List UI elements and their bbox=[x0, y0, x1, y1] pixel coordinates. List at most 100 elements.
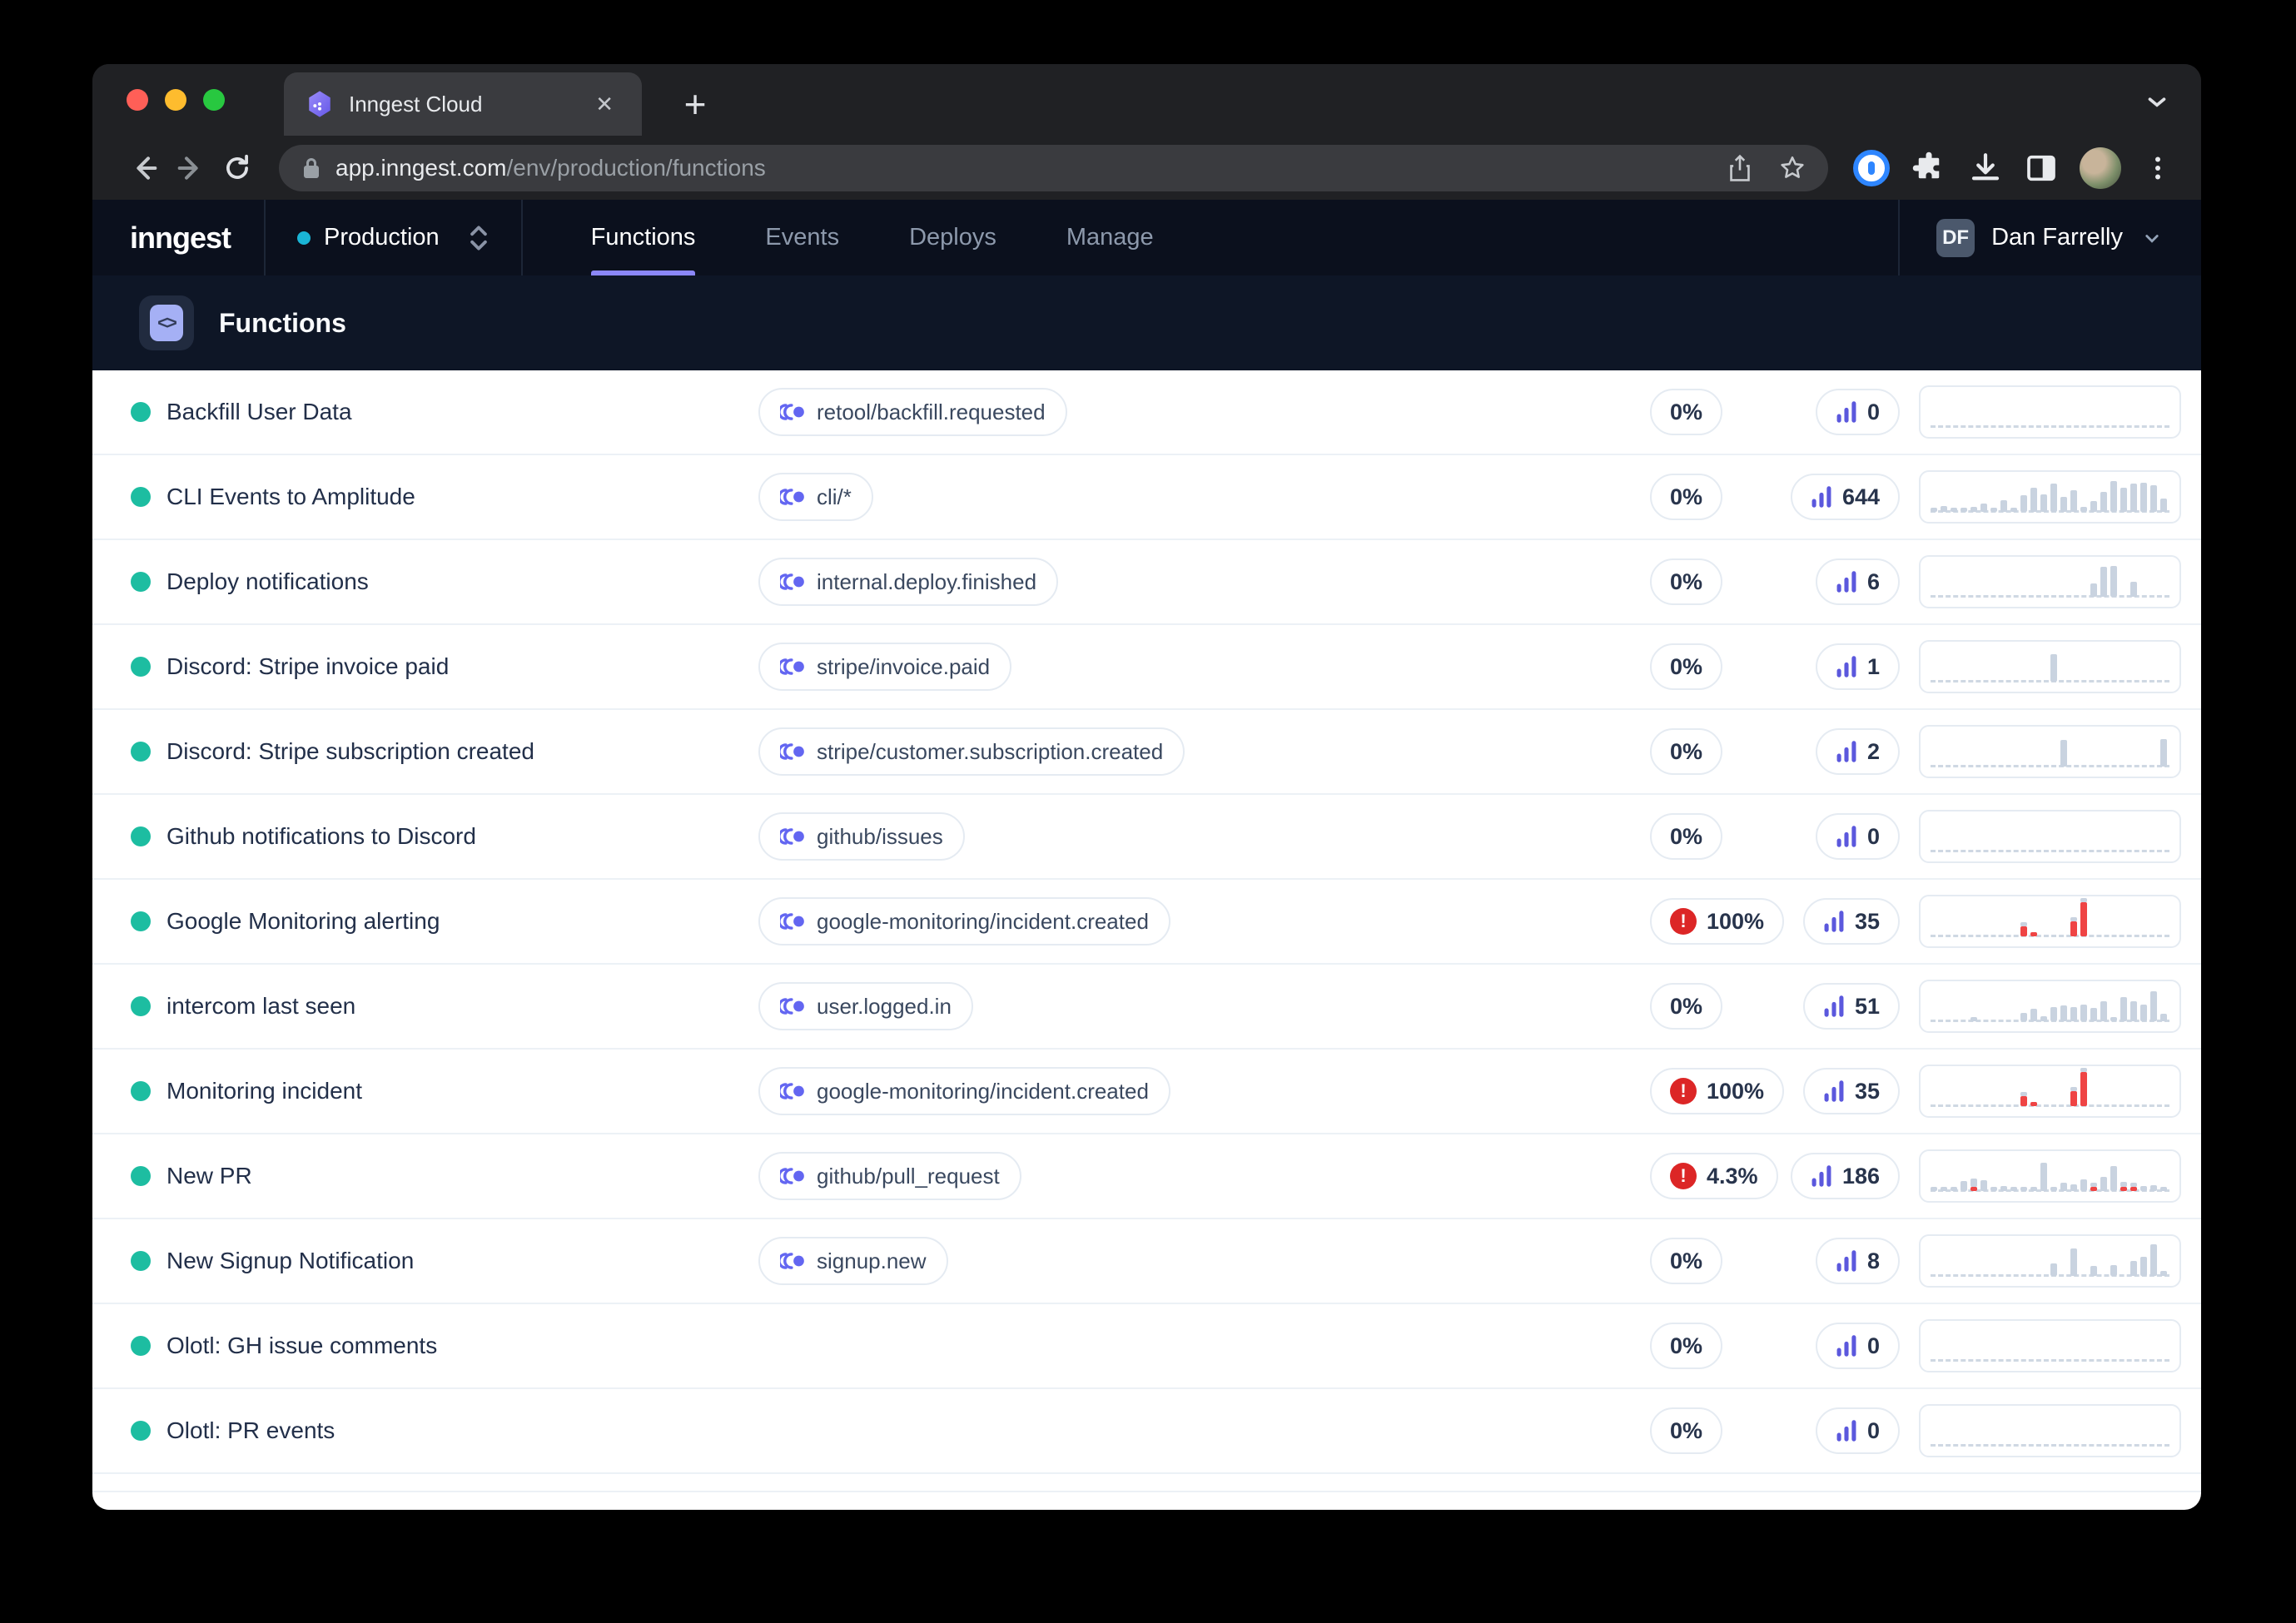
environment-name: Production bbox=[324, 224, 440, 251]
sparkline-bar-red bbox=[2030, 1102, 2037, 1106]
sparkline-slot bbox=[2100, 492, 2107, 512]
code-icon: <> bbox=[150, 305, 183, 341]
sparkline-bar-grey bbox=[2090, 1266, 2097, 1276]
extensions-puzzle-icon[interactable] bbox=[1911, 151, 1946, 186]
function-row[interactable]: Discord: Stripe subscription created stri… bbox=[92, 710, 2201, 795]
failure-rate-pill: ! 100% bbox=[1650, 898, 1785, 945]
function-row[interactable]: Deploy notifications internal.deploy.fini… bbox=[92, 540, 2201, 625]
sparkline-bar-red bbox=[2020, 1096, 2027, 1106]
reload-icon[interactable] bbox=[214, 145, 261, 191]
sparkline-column bbox=[1919, 385, 2181, 439]
sparkline-bar-grey bbox=[2080, 1005, 2087, 1021]
sparkline-bar-red bbox=[2130, 1187, 2137, 1191]
forward-icon[interactable] bbox=[167, 145, 214, 191]
function-status-dot bbox=[131, 742, 151, 762]
tab-functions[interactable]: Functions bbox=[556, 200, 731, 275]
inngest-favicon bbox=[309, 91, 330, 117]
inngest-logo[interactable]: inngest bbox=[130, 221, 231, 256]
sparkline-slot bbox=[2060, 1183, 2067, 1191]
new-tab-button[interactable]: + bbox=[670, 79, 720, 129]
sparkline-bar-grey bbox=[2130, 484, 2137, 512]
sparkline-bar-grey bbox=[1970, 1017, 1977, 1021]
sparkline-column bbox=[1919, 810, 2181, 863]
run-count-column: 644 bbox=[1790, 474, 1900, 520]
event-trigger-icon bbox=[780, 1253, 804, 1269]
function-name: Olotl: PR events bbox=[166, 1417, 335, 1443]
bar-chart-icon bbox=[1836, 1250, 1856, 1272]
sparkline-slot bbox=[2160, 1187, 2167, 1191]
event-name: cli/* bbox=[817, 484, 852, 509]
function-row[interactable]: New PR github/pull_request! 4.3% 186 bbox=[92, 1134, 2201, 1219]
function-row[interactable]: CLI Events to Amplitude cli/* 0% 644 bbox=[92, 455, 2201, 540]
failure-rate-value: 0% bbox=[1670, 484, 1703, 509]
event-badge: internal.deploy.finished bbox=[758, 558, 1059, 606]
sparkline-column bbox=[1919, 1234, 2181, 1288]
bar-chart-icon bbox=[1811, 1165, 1831, 1187]
close-window-button[interactable] bbox=[127, 89, 148, 111]
function-row[interactable]: intercom last seen user.logged.in 0% 51 bbox=[92, 965, 2201, 1050]
url-bar[interactable]: app.inngest.com/env/production/functions bbox=[279, 144, 1828, 191]
account-chevron-down-icon bbox=[2139, 226, 2164, 251]
failure-rate-pill: 0% bbox=[1650, 813, 1723, 860]
event-badge: google-monitoring/incident.created bbox=[758, 897, 1170, 946]
event-badge: github/issues bbox=[758, 812, 965, 861]
tab-overflow-chevron-icon[interactable] bbox=[2143, 87, 2171, 116]
run-count-pill: 8 bbox=[1815, 1238, 1900, 1284]
account-menu[interactable]: DF Dan Farrelly bbox=[1898, 200, 2201, 275]
failure-rate-column: ! 100% bbox=[1650, 898, 1800, 945]
run-count-pill: 35 bbox=[1802, 1068, 1900, 1114]
sparkline-slot bbox=[1931, 508, 1937, 512]
lock-icon bbox=[304, 157, 319, 178]
function-row[interactable]: Discord: Stripe invoice paid stripe/invoi… bbox=[92, 625, 2201, 710]
downloads-icon[interactable] bbox=[1968, 151, 2003, 186]
browser-tab[interactable]: Inngest Cloud ✕ bbox=[284, 72, 642, 136]
function-row[interactable]: Backfill User Data retool/backfill.reques… bbox=[92, 370, 2201, 455]
event-name: user.logged.in bbox=[817, 993, 952, 1019]
browser-profile-avatar[interactable] bbox=[2080, 146, 2121, 189]
function-row[interactable]: New Signup Notification signup.new 0% 8 bbox=[92, 1219, 2201, 1304]
function-row[interactable]: Github notifications to Discord github/is… bbox=[92, 795, 2201, 880]
environment-selector[interactable]: Production bbox=[266, 200, 521, 275]
zoom-window-button[interactable] bbox=[203, 89, 225, 111]
function-name: Github notifications to Discord bbox=[166, 823, 476, 849]
function-row[interactable]: Google Monitoring alerting google-monitor… bbox=[92, 880, 2201, 965]
onepassword-extension-icon[interactable] bbox=[1853, 149, 1890, 186]
sparkline-slot bbox=[2070, 917, 2077, 936]
sparkline-bar-grey bbox=[2120, 997, 2127, 1021]
side-panel-icon[interactable] bbox=[2025, 151, 2058, 185]
share-icon[interactable] bbox=[1727, 154, 1753, 182]
sparkline-slot bbox=[2150, 991, 2157, 1021]
sparkline-slot bbox=[1951, 1187, 1957, 1191]
sparkline-slot bbox=[2140, 1257, 2147, 1276]
browser-menu-kebab-icon[interactable] bbox=[2143, 153, 2173, 183]
event-name: github/pull_request bbox=[817, 1163, 1000, 1189]
function-status-dot bbox=[131, 657, 151, 677]
event-trigger-icon bbox=[780, 1083, 804, 1099]
event-trigger-icon bbox=[780, 743, 804, 760]
sparkline-slot bbox=[2090, 1183, 2097, 1191]
sparkline-bar-grey bbox=[2110, 1265, 2117, 1276]
sparkline-column bbox=[1919, 725, 2181, 778]
bookmark-star-icon[interactable] bbox=[1778, 154, 1806, 182]
tab-manage[interactable]: Manage bbox=[1031, 200, 1189, 275]
tab-events[interactable]: Events bbox=[730, 200, 874, 275]
sparkline-bar-grey bbox=[2040, 494, 2047, 512]
sparkline-bar-grey bbox=[2090, 583, 2097, 597]
function-row[interactable]: Olotl: PR events 0% 0 bbox=[92, 1389, 2201, 1474]
sparkline-slot bbox=[2130, 582, 2137, 597]
sparkline-slot bbox=[2120, 488, 2127, 512]
sparkline-bars bbox=[1931, 1326, 2169, 1361]
minimize-window-button[interactable] bbox=[165, 89, 186, 111]
sparkline-slot bbox=[2160, 739, 2167, 767]
run-count-pill: 0 bbox=[1815, 389, 1900, 435]
function-row[interactable]: Olotl: GH issue comments 0% 0 bbox=[92, 1304, 2201, 1389]
failure-rate-value: 0% bbox=[1670, 1333, 1703, 1358]
tab-close-icon[interactable]: ✕ bbox=[589, 88, 620, 121]
back-icon[interactable] bbox=[121, 145, 167, 191]
failure-rate-column: ! 100% bbox=[1650, 1068, 1800, 1114]
tab-deploys[interactable]: Deploys bbox=[874, 200, 1031, 275]
sparkline-bar-grey bbox=[1941, 506, 1947, 512]
function-row[interactable]: Monitoring incident google-monitoring/inc… bbox=[92, 1050, 2201, 1134]
run-count-pill: 2 bbox=[1815, 728, 1900, 775]
run-count-pill: 1 bbox=[1815, 643, 1900, 690]
